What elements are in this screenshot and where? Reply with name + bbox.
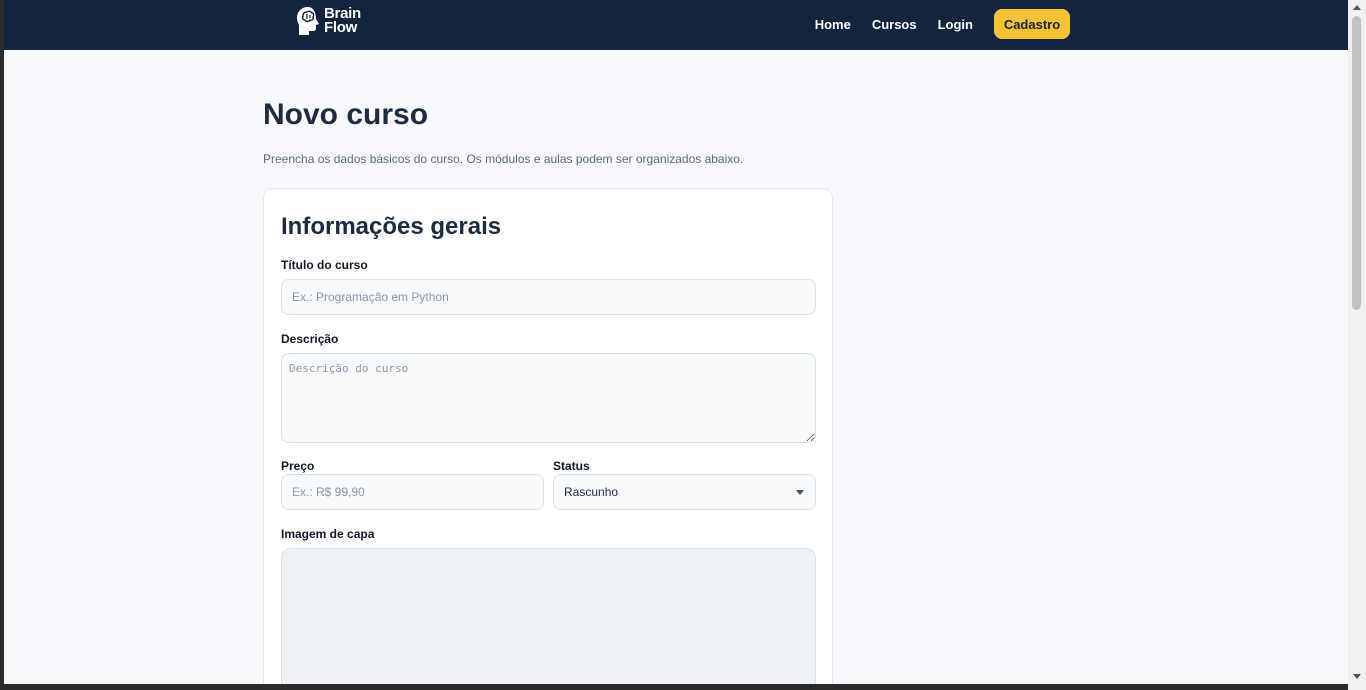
nav-link-login[interactable]: Login xyxy=(938,17,973,32)
price-label: Preço xyxy=(281,459,315,473)
page-subtitle: Preencha os dados básicos do curso. Os m… xyxy=(263,152,744,166)
description-textarea[interactable] xyxy=(281,353,816,443)
course-title-input[interactable] xyxy=(281,279,816,315)
page-title: Novo curso xyxy=(263,98,429,131)
description-label: Descrição xyxy=(281,332,339,346)
cover-image-dropzone[interactable] xyxy=(281,548,816,684)
nav-link-home[interactable]: Home xyxy=(815,17,851,32)
scroll-up-arrow-icon[interactable] xyxy=(1353,5,1361,10)
price-input[interactable] xyxy=(281,474,544,510)
status-label: Status xyxy=(553,459,590,473)
section-title: Informações gerais xyxy=(281,213,502,240)
brand-logo[interactable]: Brain Flow xyxy=(294,4,361,38)
cover-image-label: Imagem de capa xyxy=(281,527,375,541)
general-info-card: Informações gerais Título do curso Descr… xyxy=(263,188,833,684)
status-selected-value: Rascunho xyxy=(564,485,619,499)
scrollbar-thumb[interactable] xyxy=(1352,16,1361,310)
scroll-down-arrow-icon[interactable] xyxy=(1353,674,1361,679)
status-select[interactable]: Rascunho xyxy=(553,474,816,510)
browser-viewport: Brain Flow Home Cursos Login Cadastro No… xyxy=(4,0,1348,684)
vertical-scrollbar[interactable] xyxy=(1348,0,1366,690)
brain-head-icon xyxy=(294,5,322,37)
course-title-label: Título do curso xyxy=(281,258,368,272)
nav-link-cursos[interactable]: Cursos xyxy=(872,17,917,32)
chevron-down-icon xyxy=(796,490,804,495)
nav-links: Home Cursos Login Cadastro xyxy=(815,9,1070,39)
brand-wordmark: Brain Flow xyxy=(324,6,361,36)
navbar: Brain Flow Home Cursos Login Cadastro xyxy=(4,0,1348,50)
signup-button[interactable]: Cadastro xyxy=(994,9,1070,39)
brand-line-2: Flow xyxy=(324,19,357,36)
